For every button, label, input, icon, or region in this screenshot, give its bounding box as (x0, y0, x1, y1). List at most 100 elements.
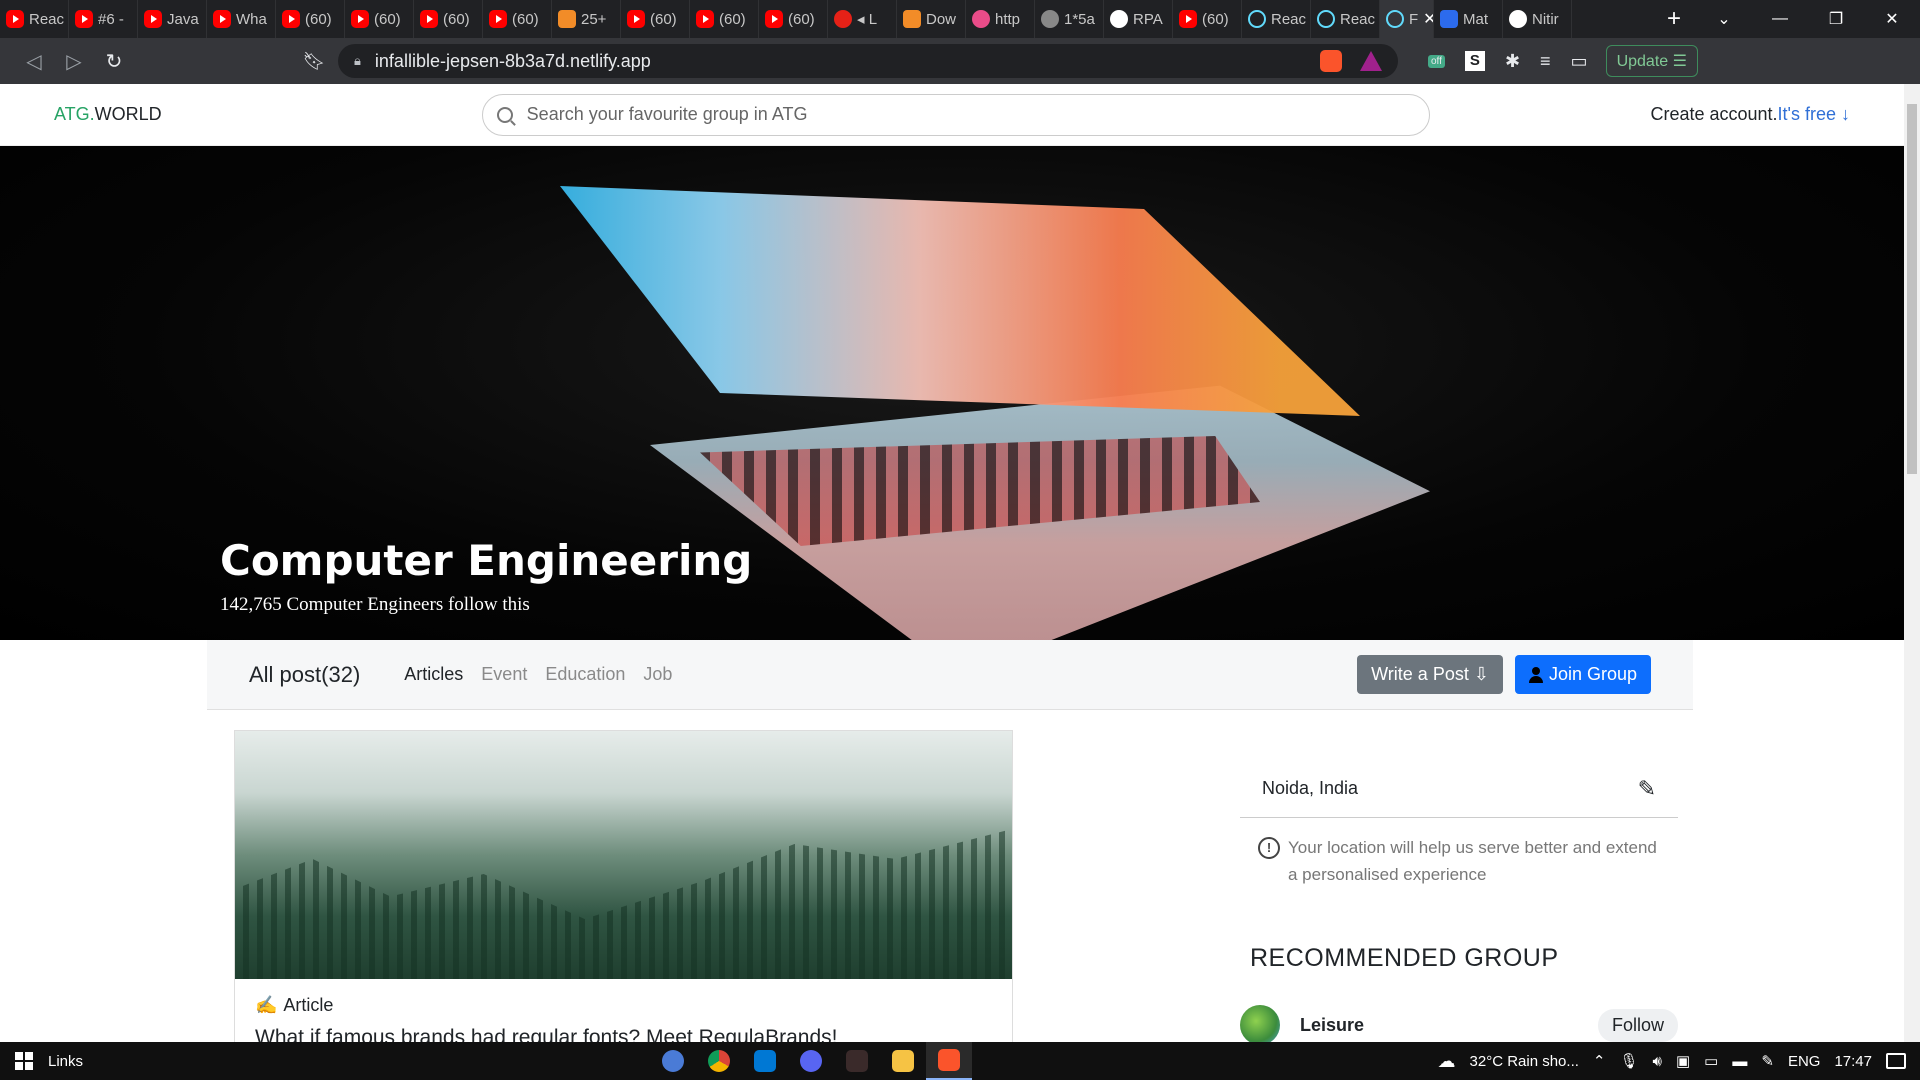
mui-icon (1440, 10, 1458, 28)
minimize-button[interactable]: — (1752, 10, 1808, 28)
update-button[interactable]: Update ☰ (1605, 45, 1698, 77)
language-indicator[interactable]: ENG (1788, 1053, 1821, 1070)
pen-icon[interactable]: ✎ (1761, 1052, 1774, 1070)
scrollbar-thumb[interactable] (1907, 104, 1917, 474)
browser-tab[interactable]: RPA (1104, 0, 1173, 38)
browser-tab[interactable]: Java (138, 0, 207, 38)
windows-start-button[interactable] (0, 1052, 48, 1070)
back-button[interactable]: ◁ (14, 49, 54, 74)
post-card[interactable]: ✍ Article What if famous brands had regu… (234, 730, 1013, 1042)
all-post-count[interactable]: All post(32) (249, 662, 360, 688)
person-icon (1528, 666, 1543, 683)
atg-logo[interactable]: ATG.WORLD (54, 104, 162, 125)
restore-button[interactable]: ❐ (1808, 9, 1864, 29)
browser-tab[interactable]: Reac (0, 0, 69, 38)
create-account-link[interactable]: Create account.It's free ↓ (1650, 104, 1850, 125)
chevron-up-icon[interactable]: ⌃ (1593, 1052, 1606, 1070)
browser-tab[interactable]: Reac (1242, 0, 1311, 38)
create-account-label: Create account. (1650, 104, 1778, 124)
browser-tab[interactable]: Mat (1434, 0, 1503, 38)
join-group-button[interactable]: Join Group (1514, 655, 1651, 694)
display-icon[interactable]: ▣ (1676, 1052, 1690, 1070)
tab-event[interactable]: Event (481, 664, 527, 685)
tab-label: (60) (305, 10, 332, 28)
clock[interactable]: 17:47 (1834, 1053, 1872, 1070)
browser-tab[interactable]: (60) (483, 0, 552, 38)
browser-tab[interactable]: Nitir (1503, 0, 1572, 38)
bookmark-icon[interactable]: 🔖︎ (294, 51, 334, 72)
volume-icon[interactable]: 🔊︎ (1653, 1053, 1662, 1070)
recommended-group-heading: RECOMMENDED GROUP (1250, 944, 1559, 972)
write-post-button[interactable]: Write a Post ⇩ (1357, 655, 1503, 694)
browser-tab[interactable]: (60) (345, 0, 414, 38)
discord-icon[interactable] (788, 1042, 834, 1080)
close-tab-icon[interactable]: ✕ (1423, 9, 1433, 29)
tab-education[interactable]: Education (545, 664, 625, 685)
browser-tab[interactable]: F✕ (1380, 0, 1434, 38)
game-app-icon[interactable] (834, 1042, 880, 1080)
wallet-icon[interactable]: ▭ (1571, 51, 1588, 72)
youtube-music-icon (834, 10, 852, 28)
windows-logo-icon (15, 1052, 33, 1070)
notifications-icon[interactable] (1886, 1053, 1906, 1069)
off-extension-icon[interactable]: off (1428, 54, 1445, 68)
browser-tab[interactable]: 1*5a (1035, 0, 1104, 38)
s-extension-icon[interactable]: S (1464, 51, 1485, 71)
menu-icon: ☰ (1672, 53, 1687, 70)
browser-tab[interactable]: (60) (414, 0, 483, 38)
brave-shields-icon[interactable] (1320, 50, 1342, 72)
browser-tab[interactable]: 25+ (552, 0, 621, 38)
links-toolbar[interactable]: Links (48, 1053, 83, 1070)
microphone-icon[interactable]: 🎙︎ (1619, 1052, 1638, 1070)
battery-icon[interactable]: ▬ (1732, 1053, 1747, 1070)
hero-banner: Computer Engineering 142,765 Computer En… (0, 146, 1904, 640)
browser-tab[interactable]: Wha (207, 0, 276, 38)
url-text[interactable]: infallible-jepsen-8b3a7d.netlify.app (375, 51, 1310, 72)
tab-label: RPA (1133, 10, 1163, 28)
puzzle-extensions-icon[interactable]: ✱ (1505, 51, 1520, 72)
search-icon (496, 106, 513, 123)
browser-tab[interactable]: http (966, 0, 1035, 38)
tab-list: Reac #6 - Java Wha (60) (60) (60) (60) 25+ (60) (6… (0, 0, 1652, 38)
browser-tab[interactable]: Reac (1311, 0, 1380, 38)
brave-rewards-icon[interactable] (1360, 51, 1382, 71)
search-input[interactable] (526, 104, 1415, 125)
browser-tab[interactable]: #6 - (69, 0, 138, 38)
vscode-icon[interactable] (742, 1042, 788, 1080)
youtube-icon (213, 10, 231, 28)
reading-list-icon[interactable]: ≡ (1540, 51, 1551, 72)
weather-icon[interactable]: ☁ (1438, 1051, 1456, 1072)
group-search[interactable] (481, 93, 1430, 136)
browser-tab[interactable]: Dow (897, 0, 966, 38)
chrome-icon[interactable] (696, 1042, 742, 1080)
weather-text[interactable]: 32°C Rain sho... (1470, 1053, 1579, 1070)
post-title[interactable]: What if famous brands had regular fonts?… (235, 1016, 1012, 1042)
new-tab-button[interactable]: + (1652, 5, 1696, 33)
forward-button[interactable]: ▷ (54, 49, 94, 74)
globe-app-icon[interactable] (650, 1042, 696, 1080)
reload-button[interactable]: ↻ (94, 49, 134, 74)
browser-tab[interactable]: (60) (759, 0, 828, 38)
group-name[interactable]: Leisure (1300, 1015, 1364, 1036)
brave-browser-icon[interactable] (926, 1042, 972, 1080)
browser-tab[interactable]: (60) (276, 0, 345, 38)
address-bar[interactable]: 🔒︎ infallible-jepsen-8b3a7d.netlify.app (338, 44, 1398, 78)
edit-pencil-icon[interactable]: ✎ (1638, 776, 1656, 802)
file-explorer-icon[interactable] (880, 1042, 926, 1080)
tab-articles[interactable]: Articles (404, 664, 463, 685)
browser-tab[interactable]: (60) (690, 0, 759, 38)
browser-tab[interactable]: ◂ L (828, 0, 897, 38)
page-scrollbar[interactable] (1904, 84, 1920, 1042)
logo-accent: ATG. (54, 104, 95, 124)
network-icon[interactable]: ▭ (1704, 1052, 1718, 1070)
tab-job[interactable]: Job (643, 664, 672, 685)
location-field[interactable]: Noida, India ✎ (1240, 760, 1678, 818)
tab-label: F (1409, 10, 1419, 28)
browser-tab[interactable]: (60) (1173, 0, 1242, 38)
globe-icon (1041, 10, 1059, 28)
browser-tab[interactable]: (60) (621, 0, 690, 38)
tab-search-chevron-icon[interactable]: ⌄ (1696, 9, 1752, 29)
tab-label: (60) (443, 10, 470, 28)
close-window-button[interactable]: ✕ (1864, 9, 1920, 29)
follow-button[interactable]: Follow (1597, 1008, 1678, 1042)
